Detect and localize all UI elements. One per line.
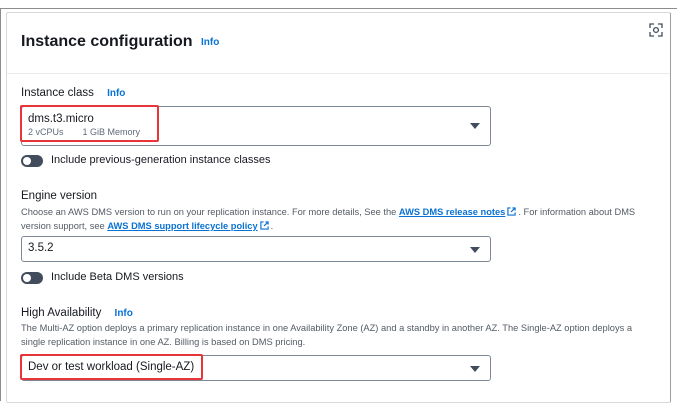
caret-down-icon	[470, 247, 480, 253]
instance-configuration-panel: Instance configuration Info Instance cla…	[6, 12, 671, 403]
instance-class-label: Instance class Info	[21, 87, 125, 99]
external-link-icon[interactable]	[507, 207, 517, 216]
instance-class-label-text: Instance class	[21, 87, 94, 99]
dms-release-notes-link[interactable]: AWS DMS release notes	[399, 207, 505, 217]
instance-class-vcpus: 2 vCPUs	[28, 127, 64, 137]
instance-class-memory: 1 GiB Memory	[82, 127, 141, 137]
beta-versions-toggle[interactable]	[21, 272, 43, 284]
window-border-left	[0, 8, 1, 401]
dms-support-lifecycle-link[interactable]: AWS DMS support lifecycle policy	[107, 221, 257, 231]
panel-title: Instance configuration Info	[21, 33, 219, 51]
panel-header: Instance configuration Info	[7, 13, 670, 74]
caret-down-icon	[470, 123, 480, 129]
high-availability-value: Dev or test workload (Single-AZ)	[28, 361, 195, 373]
instance-class-value: dms.t3.micro	[28, 113, 94, 125]
engine-version-label: Engine version	[21, 190, 97, 202]
engine-version-value: 3.5.2	[28, 242, 54, 254]
previous-generation-toggle[interactable]	[21, 155, 43, 167]
engine-version-desc-1: Choose an AWS DMS version to run on your…	[21, 207, 399, 217]
high-availability-label: High Availability Info	[21, 307, 133, 319]
panel-info-link[interactable]: Info	[201, 37, 219, 48]
instance-class-info-link[interactable]: Info	[107, 88, 125, 99]
toggle-knob	[23, 157, 31, 165]
high-availability-select[interactable]: Dev or test workload (Single-AZ)	[21, 355, 491, 381]
beta-versions-toggle-label: Include Beta DMS versions	[51, 271, 184, 283]
engine-version-description: Choose an AWS DMS version to run on your…	[21, 205, 657, 233]
engine-version-select[interactable]: 3.5.2	[21, 236, 491, 262]
engine-version-desc-3: .	[270, 221, 274, 231]
window-border-top	[0, 8, 677, 9]
panel-title-text: Instance configuration	[21, 33, 193, 50]
toggle-knob	[23, 274, 31, 282]
instance-class-select[interactable]: dms.t3.micro 2 vCPUs 1 GiB Memory	[21, 106, 491, 146]
high-availability-description: The Multi-AZ option deploys a primary re…	[21, 323, 632, 347]
high-availability-label-text: High Availability	[21, 307, 102, 319]
expand-icon[interactable]	[648, 22, 664, 38]
instance-class-specs: 2 vCPUs 1 GiB Memory	[28, 127, 140, 137]
caret-down-icon	[470, 366, 480, 372]
high-availability-info-link[interactable]: Info	[115, 308, 133, 319]
engine-version-label-text: Engine version	[21, 190, 98, 202]
previous-generation-toggle-label: Include previous-generation instance cla…	[51, 154, 271, 166]
external-link-icon[interactable]	[259, 221, 269, 230]
